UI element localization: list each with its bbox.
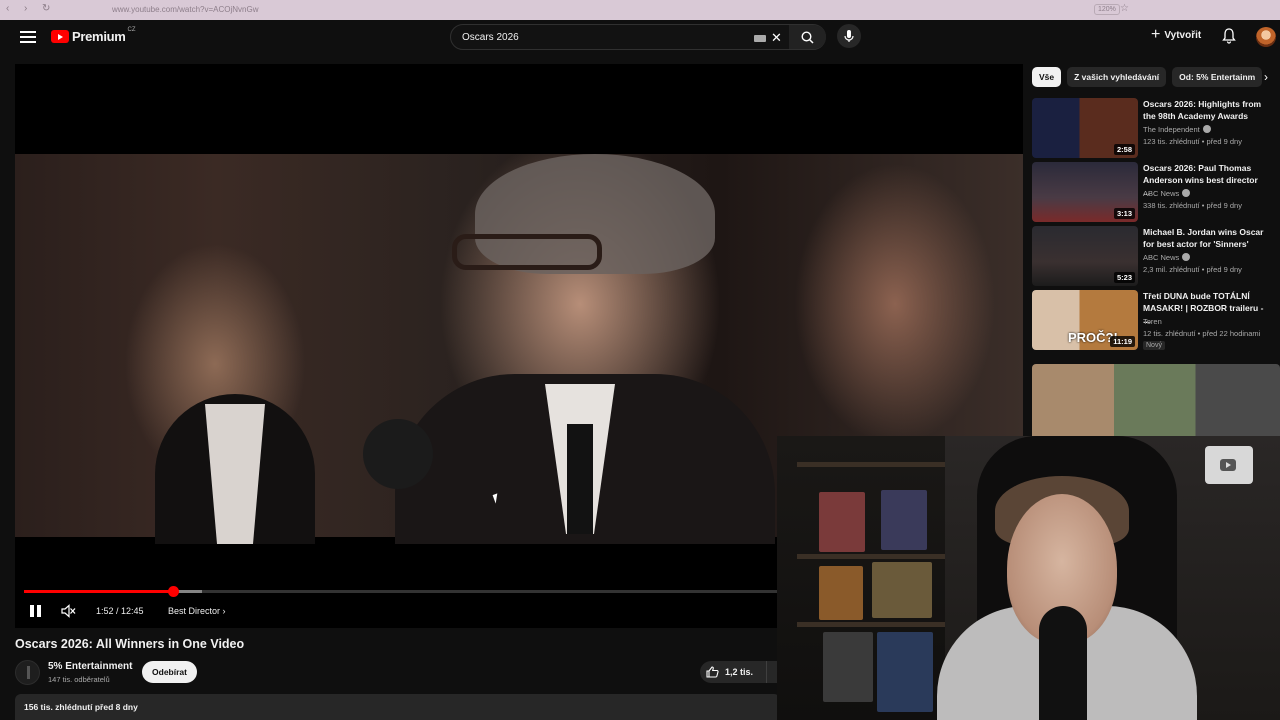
chip-from-searches[interactable]: Z vašich vyhledávání [1067, 67, 1167, 87]
duration-badge: 2:58 [1113, 144, 1135, 155]
like-button[interactable]: 1,2 tis. [700, 661, 766, 683]
microphone-icon [844, 30, 854, 42]
views-and-date: 156 tis. zhlédnutí před 8 dny [24, 702, 138, 712]
recommendation-item[interactable]: 5:23 Michael B. Jordan wins Oscar for be… [1032, 226, 1280, 288]
recommendation-item[interactable]: 2:58 Oscars 2026: Highlights from the 98… [1032, 98, 1280, 160]
more-options-icon[interactable]: ⋮ [1276, 226, 1280, 237]
verified-icon [1182, 189, 1191, 197]
video-thumbnail[interactable]: 3:13 [1032, 162, 1138, 222]
browser-extensions: ☆ [1120, 3, 1129, 14]
recommendation-meta: 2,3 mil. zhlédnutí • před 9 dny [1143, 265, 1242, 274]
more-options-icon[interactable]: ⋮ [1276, 162, 1280, 173]
shelf-background [777, 436, 945, 720]
menu-icon[interactable] [20, 29, 36, 45]
channel-name[interactable]: 5% Entertainment [48, 661, 132, 672]
keyboard-icon[interactable] [754, 35, 766, 42]
verified-icon [1182, 253, 1191, 261]
recommendation-channel: ABC News [1143, 189, 1191, 198]
new-badge: Nový [1143, 341, 1165, 350]
progress-scrubber[interactable] [167, 586, 179, 597]
subscriber-count: 147 tis. odběratelů [48, 675, 110, 684]
search-input[interactable]: Oscars 2026 [462, 32, 519, 43]
channel-avatar[interactable] [15, 660, 40, 685]
video-microphone [363, 419, 433, 489]
recommendation-meta: 123 tis. zhlédnutí • před 9 dny [1143, 137, 1242, 146]
like-count: 1,2 tis. [725, 667, 754, 677]
video-thumbnail[interactable] [1032, 364, 1280, 436]
create-button[interactable]: + Vytvořit [1151, 26, 1202, 43]
more-options-icon[interactable]: ⋮ [1276, 290, 1280, 301]
recommendation-item[interactable]: PROČ?! 11:19 Třetí DUNA bude TOTÁLNÍ MAS… [1032, 290, 1280, 356]
chapter-button[interactable]: Best Director › [168, 606, 226, 616]
address-bar[interactable]: www.youtube.com/watch?v=ACOjNvnGw [112, 5, 259, 14]
pause-icon[interactable] [30, 605, 42, 618]
muted-volume-icon[interactable] [60, 603, 76, 624]
progress-played [24, 590, 173, 593]
video-thumbnail[interactable]: PROČ?! 11:19 [1032, 290, 1138, 350]
streamer-microphone [1039, 606, 1087, 720]
streamer-webcam-overlay [777, 436, 1280, 720]
video-speaker-tie [567, 424, 593, 534]
reload-icon[interactable]: ↻ [42, 4, 52, 14]
recommendation-title[interactable]: Oscars 2026: Highlights from the 98th Ac… [1143, 98, 1267, 122]
recommendation-meta: 12 tis. zhlédnutí • před 22 hodinami [1143, 329, 1261, 338]
youtube-play-icon [51, 30, 69, 43]
recommendation-title[interactable]: Michael B. Jordan wins Oscar for best ac… [1143, 226, 1267, 250]
video-title: Oscars 2026: All Winners in One Video [15, 637, 245, 651]
forward-icon[interactable]: › [24, 4, 34, 14]
recommendation-meta: 338 tis. zhlédnutí • před 9 dny [1143, 201, 1242, 210]
subscribe-button[interactable]: Odebírat [142, 661, 197, 683]
logo-region: CZ [127, 26, 136, 33]
browser-toolbar: ‹ › ↻ www.youtube.com/watch?v=ACOjNvnGw … [0, 0, 1280, 20]
notifications-bell-icon[interactable] [1222, 28, 1236, 49]
video-thumbnail[interactable]: 5:23 [1032, 226, 1138, 286]
verified-icon [1202, 125, 1211, 133]
duration-badge: 11:19 [1110, 336, 1135, 347]
description-box[interactable]: 156 tis. zhlédnutí před 8 dny [15, 694, 780, 720]
voice-search-button[interactable] [837, 24, 861, 48]
duration-badge: 3:13 [1113, 208, 1135, 219]
video-speaker-glasses [452, 234, 602, 270]
logo-word: Premium [72, 29, 126, 44]
bookmark-icon[interactable]: ☆ [1120, 3, 1129, 14]
account-avatar[interactable] [1256, 27, 1276, 47]
youtube-premium-logo[interactable]: Premium CZ [51, 26, 136, 44]
create-label: Vytvořit [1164, 29, 1202, 41]
chevron-right-icon[interactable]: › [1264, 70, 1268, 84]
recommendation-item-partial[interactable] [1032, 364, 1280, 436]
browser-nav: ‹ › ↻ [6, 4, 52, 14]
plus-icon: + [1151, 26, 1161, 43]
more-options-icon[interactable]: ⋮ [1276, 98, 1280, 109]
chapter-title: Best Director [168, 606, 221, 616]
recommendation-item[interactable]: 3:13 Oscars 2026: Paul Thomas Anderson w… [1032, 162, 1280, 224]
search-icon [801, 31, 814, 44]
youtube-play-button-award [1205, 446, 1253, 484]
related-filter-chips: Vše Z vašich vyhledávání Od: 5% Entertai… [1032, 67, 1263, 87]
zoom-indicator[interactable]: 120% [1094, 4, 1120, 15]
clear-search-icon[interactable]: ✕ [771, 30, 782, 46]
search-button[interactable] [789, 25, 826, 49]
recommendation-channel: Toren [1143, 317, 1162, 326]
recommendation-channel: The Independent [1143, 125, 1211, 134]
search-box: Oscars 2026 ✕ [450, 24, 826, 50]
chip-all[interactable]: Vše [1032, 67, 1062, 87]
recommendation-channel: ABC News [1143, 253, 1191, 262]
back-icon[interactable]: ‹ [6, 4, 16, 14]
video-thumbnail[interactable]: 2:58 [1032, 98, 1138, 158]
thumbs-up-icon [706, 666, 719, 678]
duration-badge: 5:23 [1113, 272, 1135, 283]
chevron-right-icon: › [222, 606, 226, 616]
time-display: 1:52 / 12:45 [96, 606, 144, 616]
masthead: Premium CZ Oscars 2026 ✕ + Vytvořit [0, 20, 1280, 56]
chip-from-channel[interactable]: Od: 5% Entertainm [1172, 67, 1263, 87]
